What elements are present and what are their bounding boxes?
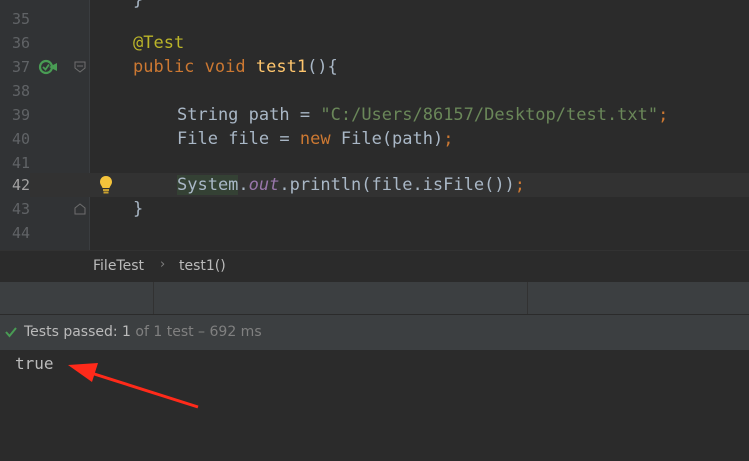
code-text: @Test (133, 31, 184, 55)
line-number: 44 (11, 224, 30, 242)
breadcrumb-method[interactable]: test1() (179, 258, 226, 274)
tool-window-header (0, 281, 749, 315)
lightbulb-icon[interactable] (98, 175, 114, 195)
string-literal: "C:/Users/86157/Desktop/test.txt" (320, 105, 659, 125)
test-status-text: Tests passed: 1 of 1 test – 692 ms (24, 324, 262, 340)
line-number: 41 (11, 154, 30, 172)
code-text: String path = "C:/Users/86157/Desktop/te… (177, 103, 668, 127)
code-line-39: 39 String path = "C:/Users/86157/Desktop… (0, 103, 749, 127)
code-line-43: 43 } (0, 197, 749, 221)
test-status-bar: Tests passed: 1 of 1 test – 692 ms (0, 314, 749, 351)
code-text: } (133, 197, 143, 221)
tests-passed-count: 1 (122, 324, 131, 340)
method-call: .println(file.isFile()) (279, 175, 515, 195)
line-number: 40 (11, 130, 30, 148)
code-line-38: 38 (0, 79, 749, 103)
code-editor[interactable]: } 35 36 @Test 37 public void test1(){ 38… (0, 0, 749, 250)
line-number: 38 (11, 82, 30, 100)
code-text: public void test1(){ (133, 55, 338, 79)
line-number: 42 (0, 173, 30, 197)
line-number: 35 (11, 10, 30, 28)
line-number: 43 (11, 200, 30, 218)
code-text: System.out.println(file.isFile()); (177, 173, 525, 197)
operator: = (279, 129, 290, 149)
line-number: 39 (11, 106, 30, 124)
operator: = (299, 105, 311, 125)
annotation-text: @Test (133, 33, 185, 53)
code-line-36: 36 @Test (0, 31, 749, 55)
code-line-42: 42 System.out.println(file.isFile()); (0, 173, 749, 197)
fold-marker-icon[interactable] (74, 61, 86, 73)
semicolon: ; (514, 175, 526, 195)
constructor-call: File(path) (340, 129, 444, 149)
breadcrumb-separator: › (160, 257, 166, 272)
method-name: test1 (255, 57, 308, 77)
code-text: File file = new File(path); (177, 127, 453, 151)
console-output-text: true (15, 354, 54, 373)
code-line-44: 44 (0, 221, 749, 245)
fold-end-marker-icon[interactable] (74, 203, 86, 215)
line-number: 36 (11, 34, 30, 52)
semicolon: ; (658, 105, 669, 125)
type-name: String (177, 105, 239, 125)
tests-detail: of 1 test – 692 ms (130, 324, 262, 340)
method-signature-rest: (){ (307, 57, 338, 77)
check-icon (5, 327, 17, 338)
variable-name: path (248, 105, 290, 125)
breadcrumb: FileTest › test1() (0, 250, 749, 282)
run-test-icon[interactable] (38, 58, 58, 76)
static-field: out (248, 175, 280, 195)
console-output-panel[interactable]: true (0, 350, 749, 461)
type-name: File (177, 129, 218, 149)
header-cell (0, 282, 154, 315)
variable-name: file (228, 129, 270, 149)
code-line-37: 37 public void test1(){ (0, 55, 749, 79)
keyword-void: void (204, 57, 246, 77)
dot-operator: . (238, 175, 249, 195)
semicolon: ; (443, 129, 454, 149)
tests-passed-label: Tests passed: (24, 324, 123, 340)
code-line-41: 41 (0, 151, 749, 175)
code-line-35: 35 (0, 7, 749, 31)
class-name: System (177, 175, 239, 195)
header-cell (154, 282, 528, 315)
breadcrumb-class[interactable]: FileTest (93, 258, 144, 274)
keyword-public: public (133, 57, 195, 77)
code-line-40: 40 File file = new File(path); (0, 127, 749, 151)
line-number: 37 (11, 58, 30, 76)
keyword-new: new (299, 129, 331, 149)
closing-brace: } (133, 199, 144, 219)
